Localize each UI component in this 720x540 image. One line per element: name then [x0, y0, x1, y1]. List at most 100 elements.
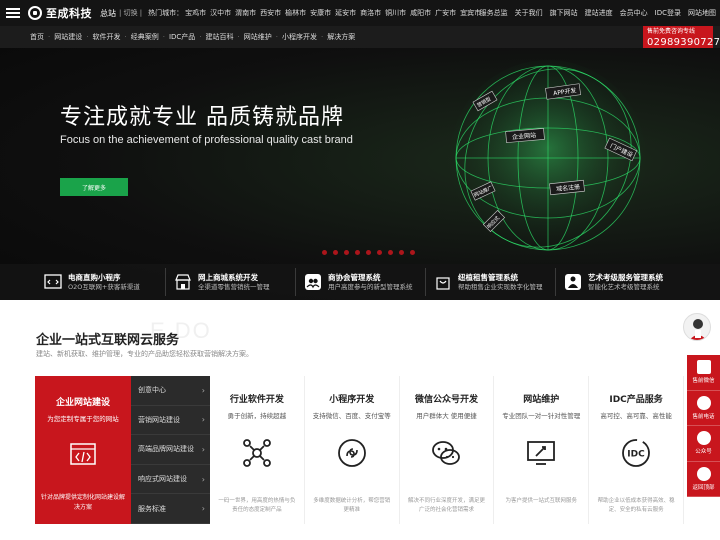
city-link[interactable]: 商洛市: [360, 8, 381, 18]
menu-icon[interactable]: [6, 6, 20, 20]
support-avatar[interactable]: [683, 313, 711, 341]
nav-item-idc[interactable]: IDC产品: [169, 32, 195, 42]
slide-dot[interactable]: [322, 250, 327, 255]
official-account-icon: [696, 431, 711, 446]
feature-item[interactable]: 网上商城系统开发 全渠道零售营销统一管理: [166, 268, 296, 296]
back-to-top-button[interactable]: 返回顶部: [687, 462, 720, 497]
floating-contact-bar: 售前微信 售前电话 公众号 返回顶部: [687, 355, 720, 497]
feature-title: 商协会管理系统: [328, 272, 381, 282]
slide-dot[interactable]: [399, 250, 404, 255]
hotline-label: 售前免费咨询专线: [647, 28, 696, 35]
feature-item[interactable]: 纽植租售管理系统 帮助租售企业实现数字化管理: [426, 268, 556, 296]
nav-item-website[interactable]: 网站建设: [54, 32, 82, 42]
slide-dot[interactable]: [366, 250, 371, 255]
submenu-item[interactable]: 创意中心 ›: [131, 376, 210, 406]
city-link[interactable]: 咸阳市: [410, 8, 431, 18]
feature-item[interactable]: 艺术考级服务管理系统 智能化艺术考级管理系统: [556, 268, 686, 296]
service-desc: 多维度数据统计分析，帮您营销更精准: [313, 498, 391, 513]
top-link-service[interactable]: 服务总监: [480, 8, 508, 18]
city-link[interactable]: 宝鸡市: [185, 8, 206, 18]
side-wechat-button[interactable]: 售前微信: [687, 355, 720, 391]
learn-more-button[interactable]: 了解更多: [60, 178, 128, 196]
city-link[interactable]: 宜宾市: [460, 8, 481, 18]
city-link[interactable]: 安康市: [310, 8, 331, 18]
nav-item-miniprogram[interactable]: 小程序开发: [282, 32, 317, 42]
slide-indicators: [322, 250, 415, 255]
qr-code-icon: [696, 360, 711, 375]
slide-dot[interactable]: [344, 250, 349, 255]
feature-sub: 智能化艺术考级管理系统: [588, 282, 660, 291]
service-column[interactable]: 行业软件开发 勇于创新，持续超越 一码一世界，用高度的热情与负责任的态度定制产品: [210, 376, 305, 524]
submenu-item[interactable]: 服务标准 ›: [131, 494, 210, 524]
service-column[interactable]: 微信公众号开发 用户群体大 使用便捷 解决不同行业深度开发，满足更广泛的社会化营…: [400, 376, 495, 524]
city-link[interactable]: 榆林市: [285, 8, 306, 18]
slide-dot[interactable]: [333, 250, 338, 255]
card-footer: 针对品牌提供定制化网站建设解决方案: [41, 494, 126, 511]
city-link[interactable]: 广安市: [435, 8, 456, 18]
slide-dot[interactable]: [355, 250, 360, 255]
city-link[interactable]: 渭南市: [235, 8, 256, 18]
city-link[interactable]: 延安市: [335, 8, 356, 18]
agent-avatar-icon: [689, 319, 707, 340]
feature-title: 网上商城系统开发: [198, 272, 258, 282]
service-sub: 支持微信、百度、支付宝等: [312, 412, 391, 420]
chevron-right-icon: ›: [201, 504, 205, 514]
nav-item-home[interactable]: 首页: [30, 32, 44, 42]
top-bar: 至成科技 总站 | 切换 | 热门城市： 宝鸡市 汉中市 渭南市 西安市 榆林市…: [0, 0, 720, 26]
site-logo[interactable]: 至成科技: [28, 5, 92, 21]
service-column[interactable]: 小程序开发 支持微信、百度、支付宝等 多维度数据统计分析，帮您营销更精准: [305, 376, 400, 524]
submenu-item[interactable]: 响应式网站建设 ›: [131, 465, 210, 495]
main-nav: 首页 · 网站建设 · 软件开发 · 经典案例 · IDC产品 · 建站百科 · 网站维护 ·…: [0, 26, 720, 48]
top-link-member[interactable]: 会员中心: [620, 8, 648, 18]
nav-item-solutions[interactable]: 解决方案: [327, 32, 355, 42]
service-title: 小程序开发: [329, 395, 375, 405]
phone-icon: [696, 395, 711, 410]
feature-item[interactable]: 商协会管理系统 用户高度参与的新型管理系统: [296, 268, 426, 296]
service-columns: 行业软件开发 勇于创新，持续超越 一码一世界，用高度的热情与负责任的态度定制产品…: [210, 376, 684, 524]
service-sub: 用户群体大 使用便捷: [416, 412, 477, 420]
slide-dot[interactable]: [410, 250, 415, 255]
switch-city-link[interactable]: | 切换 |: [119, 8, 142, 18]
service-column[interactable]: 网站维护 专业团队一对一针对性管理 为客户提供一站式互联网服务: [494, 376, 590, 524]
maintenance-icon: [527, 441, 556, 465]
art-exam-icon: [565, 274, 581, 290]
city-link[interactable]: 西安市: [260, 8, 281, 18]
slide-dot[interactable]: [377, 250, 382, 255]
nav-item-wiki[interactable]: 建站百科: [206, 32, 234, 42]
store-icon: [175, 274, 191, 290]
submenu-item[interactable]: 营销网站建设 ›: [131, 406, 210, 436]
service-column[interactable]: IDC产品服务 高可控、高可靠、高性能 IDC 帮助企业以低成本获得高效、稳定、…: [589, 376, 684, 524]
top-right-links: 服务总监 关于我们 旗下网站 建站进度 会员中心 IDC登录 网站地图: [480, 0, 716, 26]
banner-subtitle: Focus on the achievement of professional…: [60, 134, 353, 146]
submenu-item[interactable]: 高端品牌网站建设 ›: [131, 435, 210, 465]
nav-item-cases[interactable]: 经典案例: [131, 32, 159, 42]
top-link-sitemap[interactable]: 网站地图: [688, 8, 716, 18]
side-phone-button[interactable]: 售前电话: [687, 391, 720, 426]
globe-graphic: APP开发 企业网站 门户建设 域名注册 网站推广 营销型 响应式: [450, 60, 646, 256]
banner-title: 专注成就专业 品质铸就品牌: [60, 105, 344, 130]
service-desc: 解决不同行业深度开发，满足更广泛的社会化营销需求: [407, 498, 485, 513]
card-subtitle: 为您定制专属于您的网站: [47, 415, 119, 423]
top-link-idc-login[interactable]: IDC登录: [655, 8, 681, 18]
side-official-account-button[interactable]: 公众号: [687, 426, 720, 462]
nav-item-software[interactable]: 软件开发: [92, 32, 120, 42]
top-link-progress[interactable]: 建站进度: [585, 8, 613, 18]
service-title: 微信公众号开发: [414, 395, 478, 405]
feature-item[interactable]: 电商直购小程序 O2O互联网+获客新渠道: [36, 268, 166, 296]
code-window-icon: [44, 274, 62, 289]
city-link[interactable]: 铜川市: [385, 8, 406, 18]
card-title: 企业网站建设: [55, 398, 110, 408]
nav-item-maintenance[interactable]: 网站维护: [244, 32, 272, 42]
website-submenu: 创意中心 › 营销网站建设 › 高端品牌网站建设 › 响应式网站建设 › 服务标准 ›: [131, 376, 210, 524]
feature-title: 电商直购小程序: [68, 272, 121, 282]
website-building-card[interactable]: 企业网站建设 为您定制专属于您的网站 针对品牌提供定制化网站建设解决方案: [35, 376, 131, 524]
miniprogram-icon: [337, 439, 366, 467]
arrow-up-icon: [696, 466, 711, 481]
wechat-icon: [432, 441, 461, 465]
slide-dot[interactable]: [388, 250, 393, 255]
hero-banner: 专注成就专业 品质铸就品牌 Focus on the achievement o…: [0, 48, 720, 300]
city-link[interactable]: 汉中市: [210, 8, 231, 18]
top-link-sites[interactable]: 旗下网站: [550, 8, 578, 18]
service-desc: 一码一世界，用高度的热情与负责任的态度定制产品: [218, 498, 296, 513]
top-link-about[interactable]: 关于我们: [515, 8, 543, 18]
